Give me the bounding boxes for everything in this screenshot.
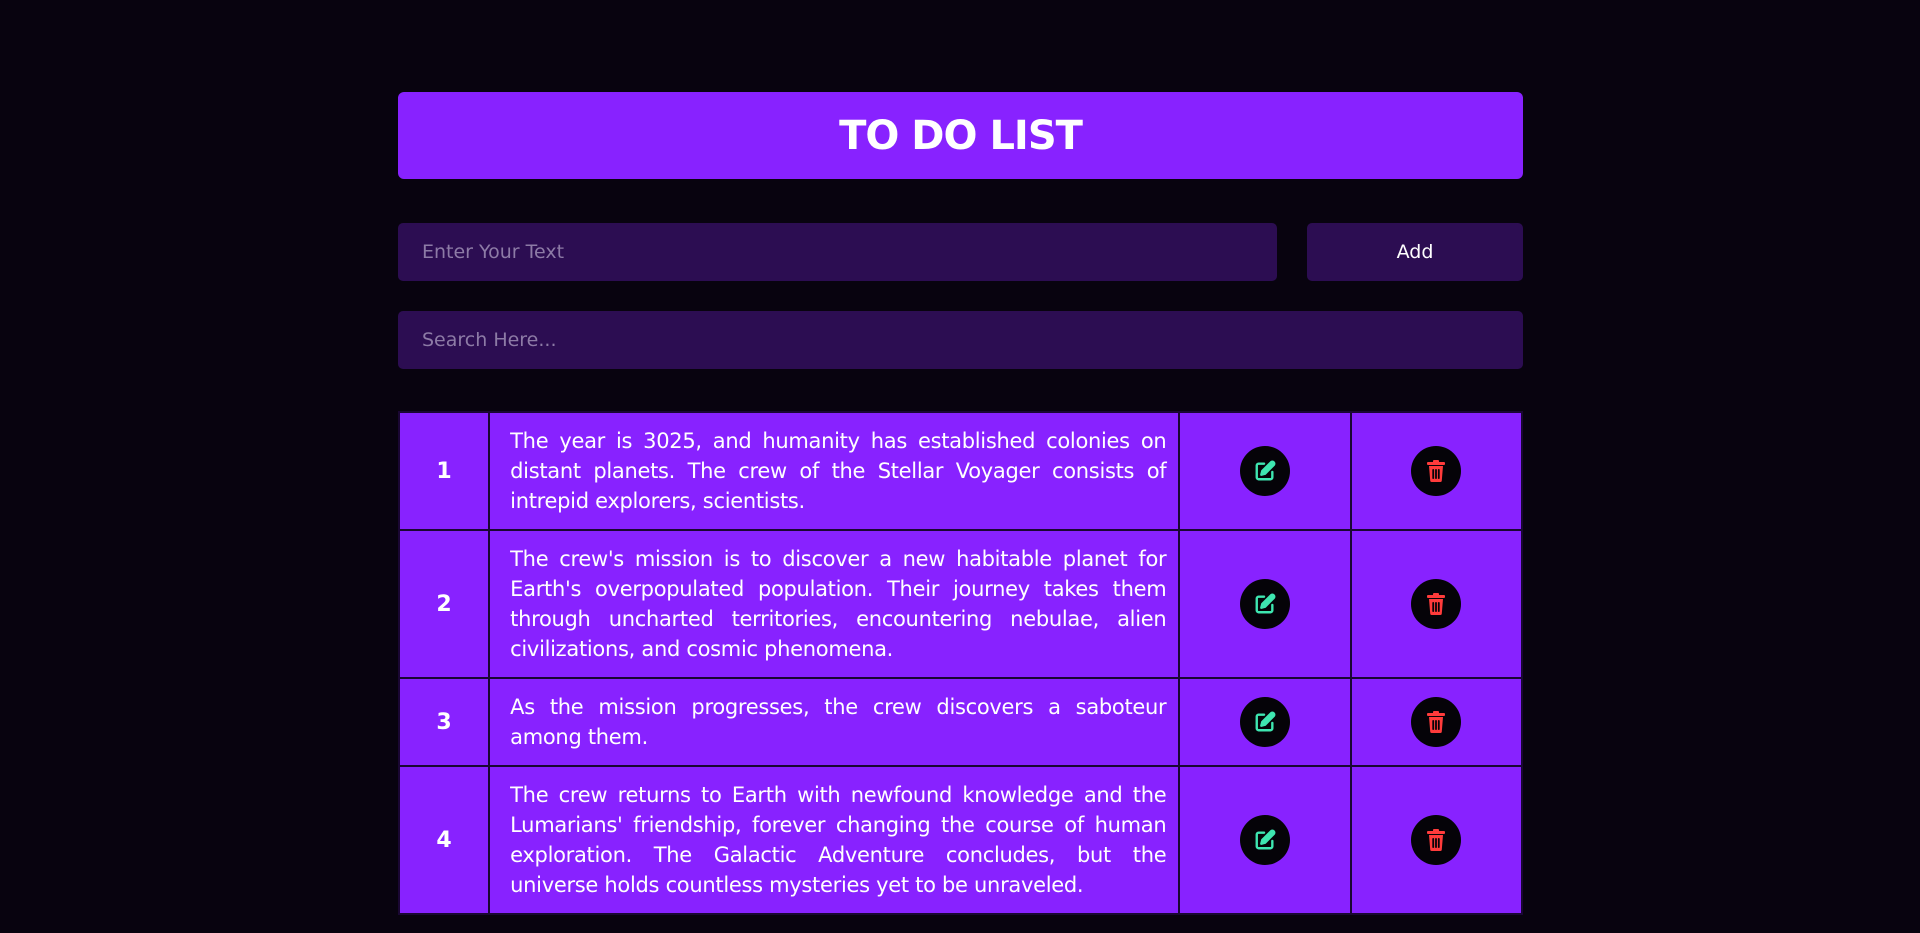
todo-text: The year is 3025, and humanity has estab… — [488, 411, 1181, 531]
table-row: 1 The year is 3025, and humanity has est… — [397, 411, 1524, 531]
delete-button[interactable] — [1411, 579, 1462, 629]
todo-text: The crew returns to Earth with newfound … — [488, 765, 1181, 915]
delete-button[interactable] — [1411, 697, 1462, 747]
todo-app: TO DO LIST Add 1 The year is 3025, and h… — [397, 92, 1524, 915]
edit-cell — [1178, 529, 1352, 679]
todo-number: 3 — [397, 677, 491, 767]
todo-text: The crew's mission is to discover a new … — [488, 529, 1181, 679]
table-row: 4 The crew returns to Earth with newfoun… — [397, 765, 1524, 915]
edit-button[interactable] — [1240, 815, 1291, 865]
todo-table: 1 The year is 3025, and humanity has est… — [397, 411, 1524, 915]
edit-button[interactable] — [1240, 697, 1291, 747]
delete-cell — [1349, 411, 1524, 531]
todo-text-input[interactable] — [398, 223, 1277, 281]
todo-text: As the mission progresses, the crew disc… — [488, 677, 1181, 767]
edit-button[interactable] — [1240, 446, 1291, 496]
edit-icon — [1254, 593, 1276, 615]
delete-button[interactable] — [1411, 815, 1462, 865]
trash-icon — [1426, 460, 1446, 482]
trash-icon — [1426, 829, 1446, 851]
edit-button[interactable] — [1240, 579, 1291, 629]
edit-icon — [1254, 711, 1276, 733]
todo-number: 4 — [397, 765, 491, 915]
edit-icon — [1254, 460, 1276, 482]
delete-cell — [1349, 529, 1524, 679]
edit-cell — [1178, 765, 1352, 915]
trash-icon — [1426, 711, 1446, 733]
todo-number: 2 — [397, 529, 491, 679]
delete-cell — [1349, 677, 1524, 767]
todo-number: 1 — [397, 411, 491, 531]
delete-cell — [1349, 765, 1524, 915]
table-row: 2 The crew's mission is to discover a ne… — [397, 529, 1524, 679]
edit-cell — [1178, 677, 1352, 767]
trash-icon — [1426, 593, 1446, 615]
header-banner: TO DO LIST — [398, 92, 1523, 179]
search-input[interactable] — [398, 311, 1523, 369]
delete-button[interactable] — [1411, 446, 1462, 496]
edit-cell — [1178, 411, 1352, 531]
table-row: 3 As the mission progresses, the crew di… — [397, 677, 1524, 767]
page-title: TO DO LIST — [839, 112, 1083, 159]
add-todo-form: Add — [398, 223, 1523, 281]
add-button[interactable]: Add — [1307, 223, 1523, 281]
edit-icon — [1254, 829, 1276, 851]
